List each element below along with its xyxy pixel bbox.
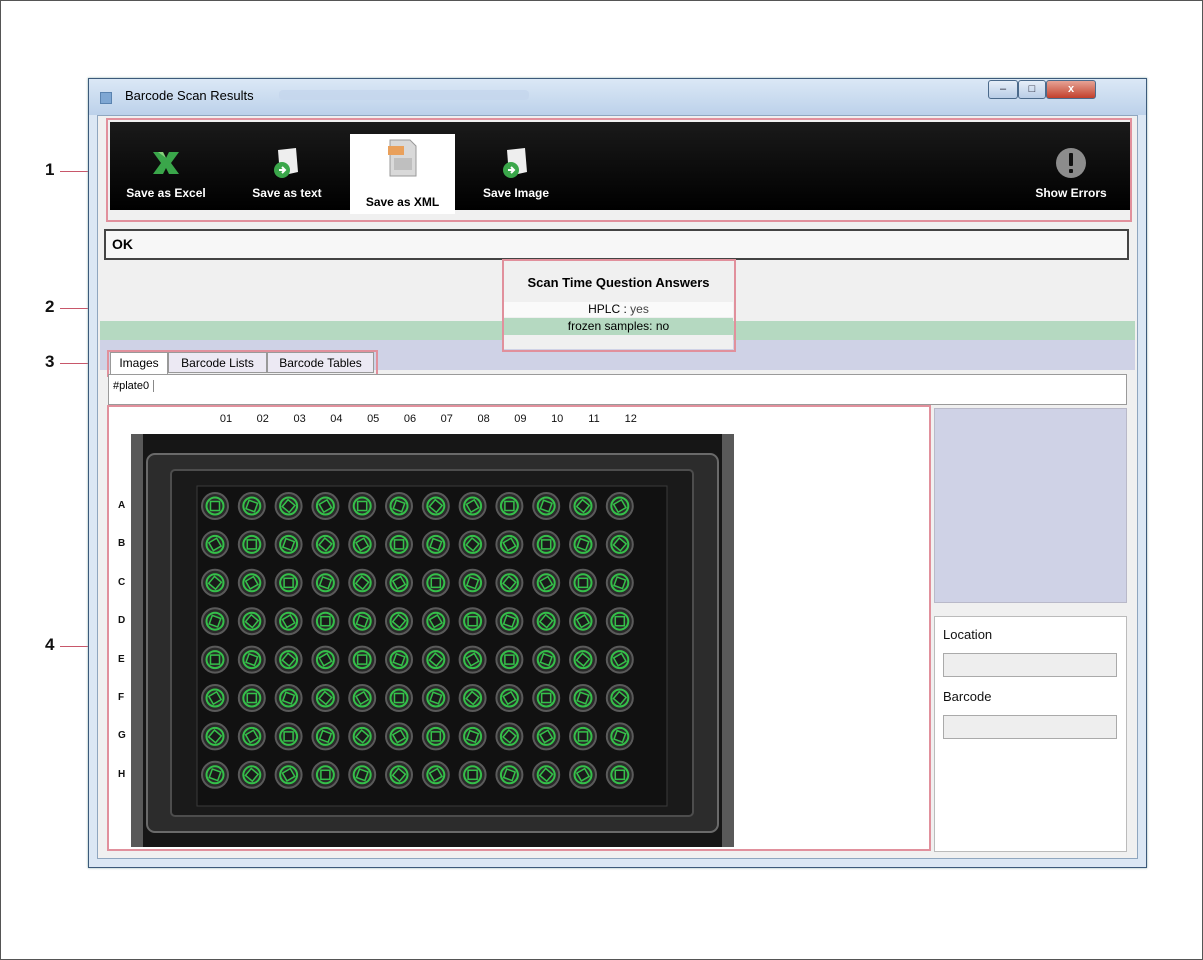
plate-image-highlight (107, 405, 931, 851)
plate-tab[interactable]: #plate0 (113, 380, 155, 392)
minimize-button[interactable]: – (988, 80, 1018, 99)
barcode-field[interactable] (943, 715, 1117, 739)
callout-3: 3 (45, 352, 55, 371)
title-bar[interactable]: Barcode Scan Results – □ x (89, 79, 1146, 115)
blurred-title-text (279, 90, 529, 100)
question-answers-highlight (502, 259, 736, 352)
callout-4: 4 (45, 635, 55, 654)
status-box: OK (104, 229, 1129, 260)
preview-panel (934, 408, 1127, 603)
close-button[interactable]: x (1046, 80, 1096, 99)
plate-tab-bar: #plate0 (108, 374, 1127, 405)
window-title: Barcode Scan Results (125, 88, 254, 103)
location-field[interactable] (943, 653, 1117, 677)
maximize-button[interactable]: □ (1018, 80, 1046, 99)
location-label: Location (943, 627, 993, 642)
details-panel: Location Barcode (934, 616, 1127, 852)
callout-1: 1 (45, 160, 55, 179)
toolbar-highlight (106, 118, 1132, 222)
app-icon (100, 92, 112, 104)
tabs-highlight (107, 350, 378, 377)
barcode-label: Barcode (943, 689, 992, 704)
callout-2: 2 (45, 297, 55, 316)
